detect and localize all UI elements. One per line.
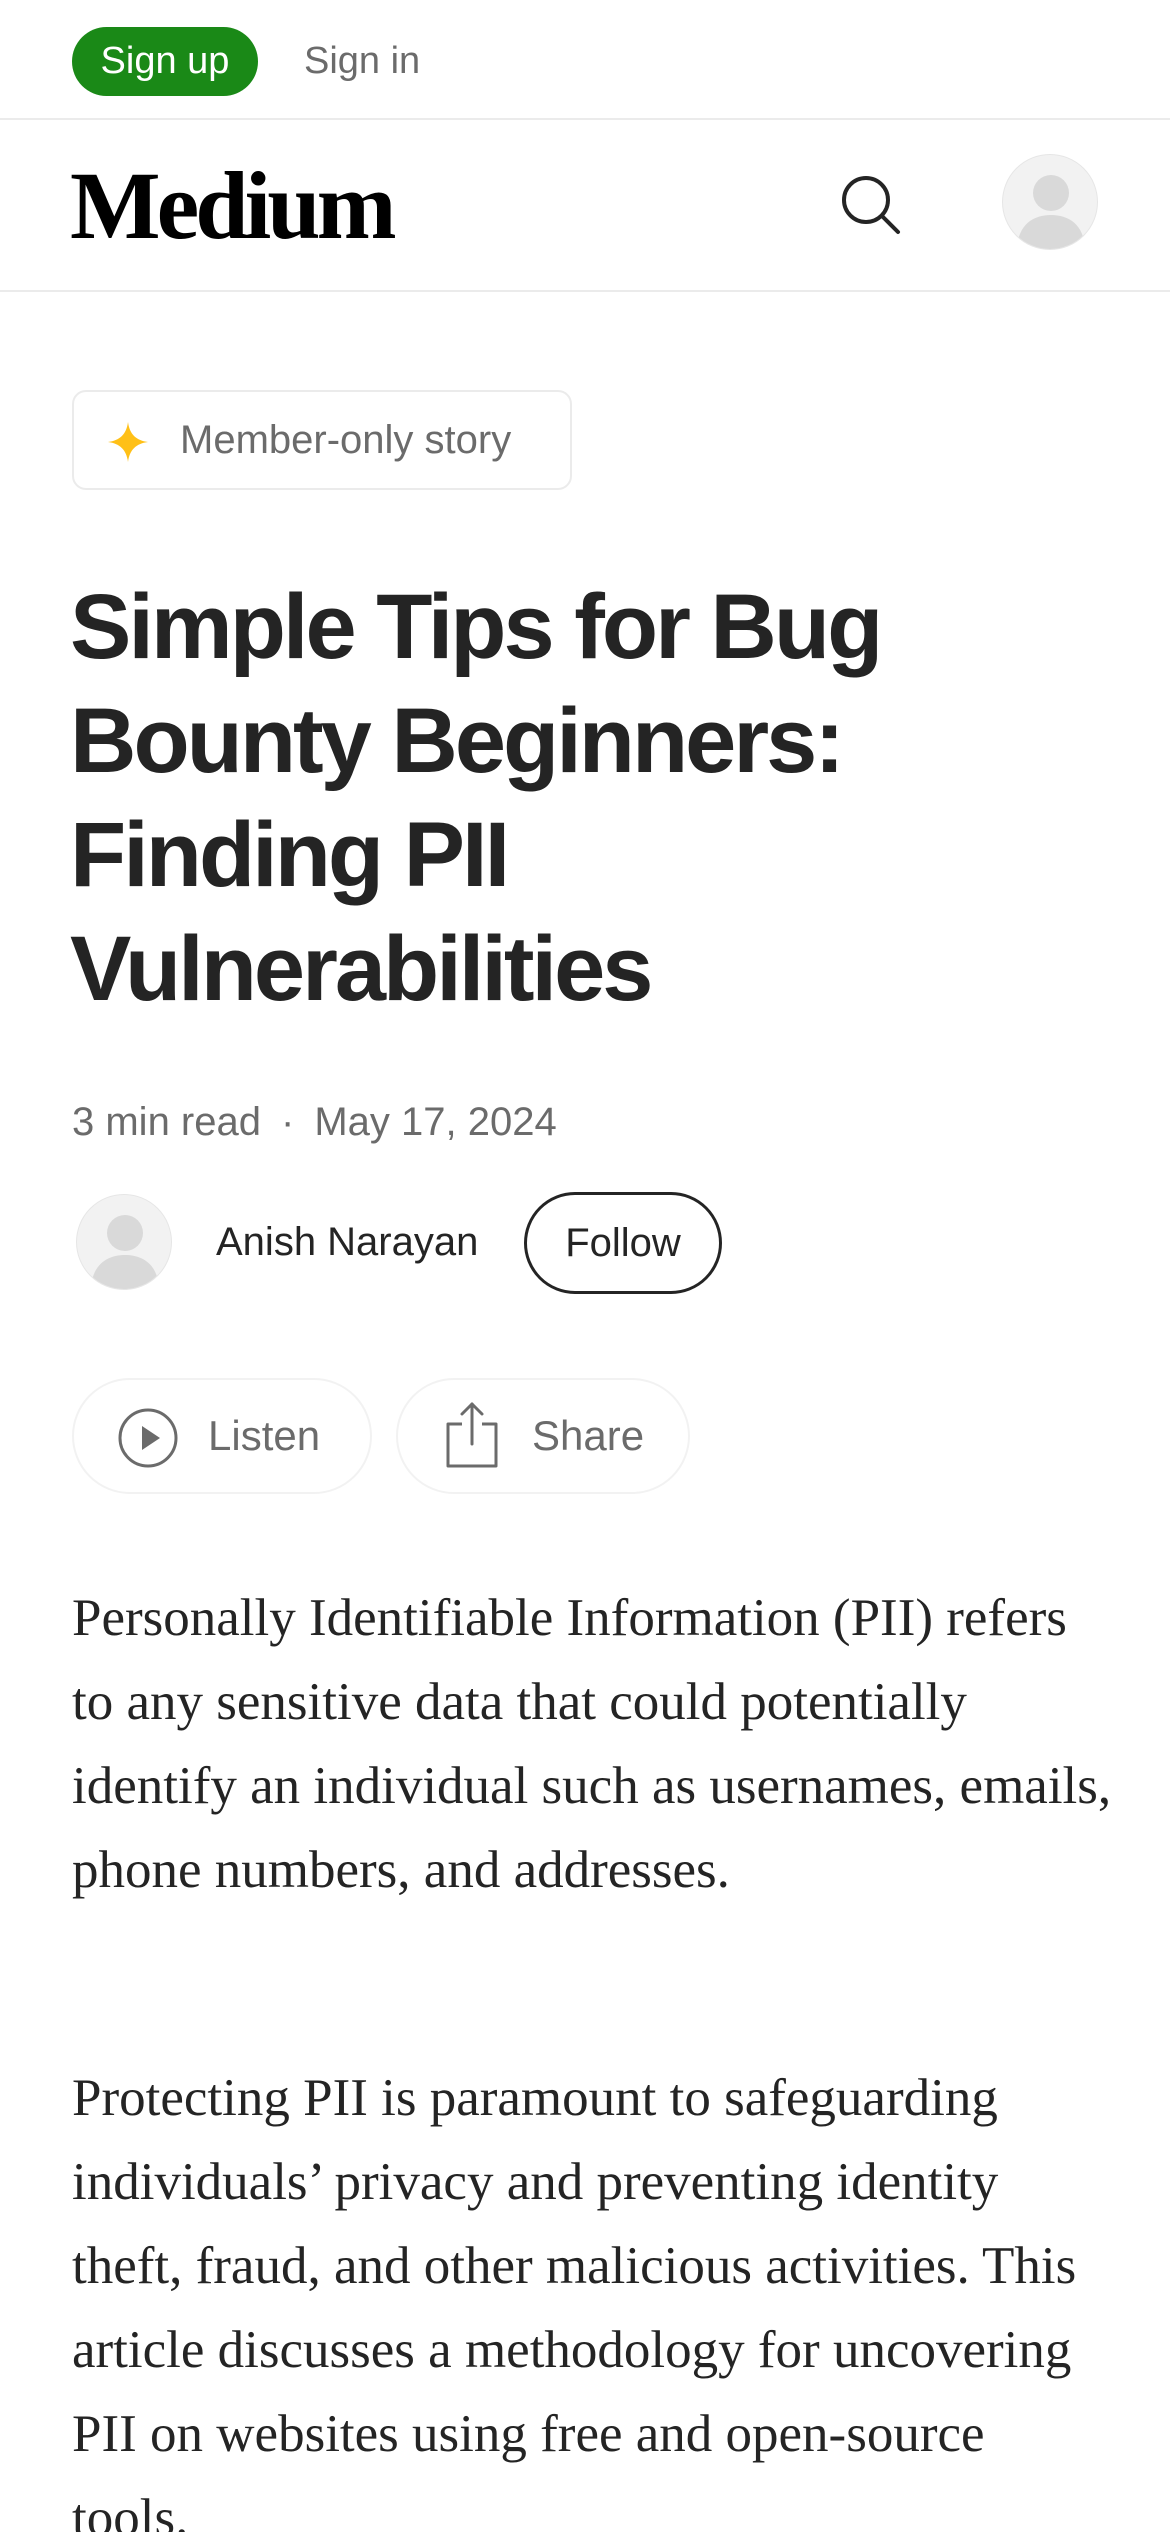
sign-in-link[interactable]: Sign in — [304, 27, 420, 96]
play-circle-icon — [118, 1408, 178, 1468]
author-name[interactable]: Anish Narayan — [216, 1212, 478, 1272]
share-label: Share — [532, 1412, 645, 1459]
share-button[interactable]: Share — [396, 1378, 690, 1494]
listen-button[interactable]: Listen — [72, 1378, 372, 1494]
star-icon — [108, 422, 148, 462]
article-paragraph: Protecting PII is paramount to safeguard… — [72, 2069, 1077, 2532]
publish-date: May 17, 2024 — [314, 1100, 557, 1144]
article-title: Simple Tips for Bug Bounty Beginners: Fi… — [70, 576, 883, 1020]
listen-label: Listen — [208, 1412, 321, 1459]
sign-up-button[interactable]: Sign up — [72, 27, 258, 96]
meta-separator: · — [280, 1100, 295, 1144]
site-header: Medium — [0, 120, 1170, 292]
read-time: 3 min read — [72, 1100, 261, 1144]
share-icon — [446, 1402, 498, 1468]
search-icon[interactable] — [838, 172, 904, 238]
article-meta: 3 min read · May 17, 2024 — [72, 1092, 557, 1152]
medium-logo[interactable]: Medium — [70, 158, 397, 254]
member-only-label: Member-only story — [180, 418, 512, 462]
article-paragraph: Personally Identifiable Information (PII… — [72, 1589, 1112, 1899]
author-avatar-icon[interactable] — [76, 1194, 172, 1290]
user-avatar-icon[interactable] — [1002, 154, 1098, 250]
top-bar: Sign up Sign in — [0, 0, 1170, 120]
member-only-badge: Member-only story — [72, 390, 572, 490]
follow-button[interactable]: Follow — [524, 1192, 722, 1294]
